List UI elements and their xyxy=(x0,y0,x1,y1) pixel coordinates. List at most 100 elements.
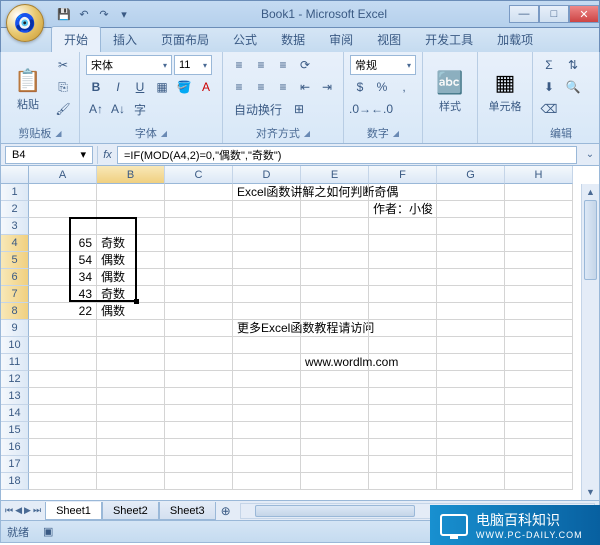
cell-A16[interactable] xyxy=(29,439,97,456)
cell-C6[interactable] xyxy=(165,269,233,286)
cell-H4[interactable] xyxy=(505,235,573,252)
cell-H5[interactable] xyxy=(505,252,573,269)
vscroll-thumb[interactable] xyxy=(584,200,597,280)
cell-D15[interactable] xyxy=(233,422,301,439)
cell-D1[interactable]: Excel函数讲解之如何判断奇偶 xyxy=(233,184,301,201)
row-header-2[interactable]: 2 xyxy=(1,201,29,218)
cell-H16[interactable] xyxy=(505,439,573,456)
cell-C10[interactable] xyxy=(165,337,233,354)
qat-dropdown-icon[interactable]: ▾ xyxy=(115,5,133,23)
tab-data[interactable]: 数据 xyxy=(269,27,317,52)
cell-F13[interactable] xyxy=(369,388,437,405)
minimize-button[interactable]: — xyxy=(509,5,539,23)
cell-C17[interactable] xyxy=(165,456,233,473)
row-header-3[interactable]: 3 xyxy=(1,218,29,235)
cell-G9[interactable] xyxy=(437,320,505,337)
cell-E9[interactable] xyxy=(301,320,369,337)
cell-H12[interactable] xyxy=(505,371,573,388)
row-header-8[interactable]: 8 xyxy=(1,303,29,320)
comma-button[interactable]: , xyxy=(394,77,414,97)
bold-button[interactable]: B xyxy=(86,77,106,97)
row-header-14[interactable]: 14 xyxy=(1,405,29,422)
cell-A10[interactable] xyxy=(29,337,97,354)
col-header-A[interactable]: A xyxy=(29,166,97,184)
cell-G10[interactable] xyxy=(437,337,505,354)
increase-decimal-button[interactable]: .0→ xyxy=(350,99,370,119)
cell-H7[interactable] xyxy=(505,286,573,303)
cell-H8[interactable] xyxy=(505,303,573,320)
cell-B5[interactable]: 偶数 xyxy=(97,252,165,269)
cell-A9[interactable] xyxy=(29,320,97,337)
tab-insert[interactable]: 插入 xyxy=(101,27,149,52)
cell-A18[interactable] xyxy=(29,473,97,490)
cell-A4[interactable]: 65 xyxy=(29,235,97,252)
tab-formulas[interactable]: 公式 xyxy=(221,27,269,52)
row-header-17[interactable]: 17 xyxy=(1,456,29,473)
scroll-up-icon[interactable]: ▲ xyxy=(582,184,599,200)
cell-H10[interactable] xyxy=(505,337,573,354)
indent-decrease-button[interactable]: ⇤ xyxy=(295,77,315,97)
cell-H18[interactable] xyxy=(505,473,573,490)
cell-A12[interactable] xyxy=(29,371,97,388)
tab-review[interactable]: 审阅 xyxy=(317,27,365,52)
clear-button[interactable]: ⌫ xyxy=(539,99,559,119)
border-button[interactable]: ▦ xyxy=(152,77,172,97)
align-right-button[interactable]: ≡ xyxy=(273,77,293,97)
cell-C3[interactable] xyxy=(165,218,233,235)
sort-filter-button[interactable]: ⇅ xyxy=(563,55,583,75)
cell-C4[interactable] xyxy=(165,235,233,252)
cell-D5[interactable] xyxy=(233,252,301,269)
qat-undo-icon[interactable]: ↶ xyxy=(75,5,93,23)
cell-G4[interactable] xyxy=(437,235,505,252)
cell-F5[interactable] xyxy=(369,252,437,269)
cell-C12[interactable] xyxy=(165,371,233,388)
formula-input[interactable]: =IF(MOD(A4,2)=0,"偶数","奇数") xyxy=(117,146,577,164)
currency-button[interactable]: $ xyxy=(350,77,370,97)
cell-B18[interactable] xyxy=(97,473,165,490)
cell-F8[interactable] xyxy=(369,303,437,320)
col-header-B[interactable]: B xyxy=(97,166,165,184)
cell-E8[interactable] xyxy=(301,303,369,320)
tab-view[interactable]: 视图 xyxy=(365,27,413,52)
cell-B11[interactable] xyxy=(97,354,165,371)
col-header-C[interactable]: C xyxy=(165,166,233,184)
cell-F15[interactable] xyxy=(369,422,437,439)
cell-A1[interactable] xyxy=(29,184,97,201)
formula-bar-expand-icon[interactable]: ⌄ xyxy=(581,149,599,160)
row-header-12[interactable]: 12 xyxy=(1,371,29,388)
row-header-7[interactable]: 7 xyxy=(1,286,29,303)
name-box[interactable]: B4▾ xyxy=(5,146,93,164)
cell-A3[interactable] xyxy=(29,218,97,235)
cell-G14[interactable] xyxy=(437,405,505,422)
cell-H13[interactable] xyxy=(505,388,573,405)
align-middle-button[interactable]: ≡ xyxy=(251,55,271,75)
cell-H1[interactable] xyxy=(505,184,573,201)
cell-G15[interactable] xyxy=(437,422,505,439)
fill-handle[interactable] xyxy=(134,299,139,304)
cell-G1[interactable] xyxy=(437,184,505,201)
cell-A7[interactable]: 43 xyxy=(29,286,97,303)
tab-developer[interactable]: 开发工具 xyxy=(413,27,485,52)
cell-H17[interactable] xyxy=(505,456,573,473)
cell-C13[interactable] xyxy=(165,388,233,405)
cell-D13[interactable] xyxy=(233,388,301,405)
cell-B1[interactable] xyxy=(97,184,165,201)
cell-G3[interactable] xyxy=(437,218,505,235)
cell-A8[interactable]: 22 xyxy=(29,303,97,320)
cell-E12[interactable] xyxy=(301,371,369,388)
cell-C7[interactable] xyxy=(165,286,233,303)
cell-F1[interactable] xyxy=(369,184,437,201)
font-name-combo[interactable]: 宋体▾ xyxy=(86,55,172,75)
cell-F3[interactable] xyxy=(369,218,437,235)
cell-F16[interactable] xyxy=(369,439,437,456)
vertical-scrollbar[interactable]: ▲ ▼ xyxy=(581,184,599,500)
namebox-dropdown-icon[interactable]: ▾ xyxy=(80,148,86,161)
cell-B7[interactable]: 奇数 xyxy=(97,286,165,303)
cell-A11[interactable] xyxy=(29,354,97,371)
cell-H11[interactable] xyxy=(505,354,573,371)
cell-C18[interactable] xyxy=(165,473,233,490)
cell-A15[interactable] xyxy=(29,422,97,439)
cell-G18[interactable] xyxy=(437,473,505,490)
column-headers[interactable]: A B C D E F G H xyxy=(29,166,581,184)
cell-F11[interactable] xyxy=(369,354,437,371)
